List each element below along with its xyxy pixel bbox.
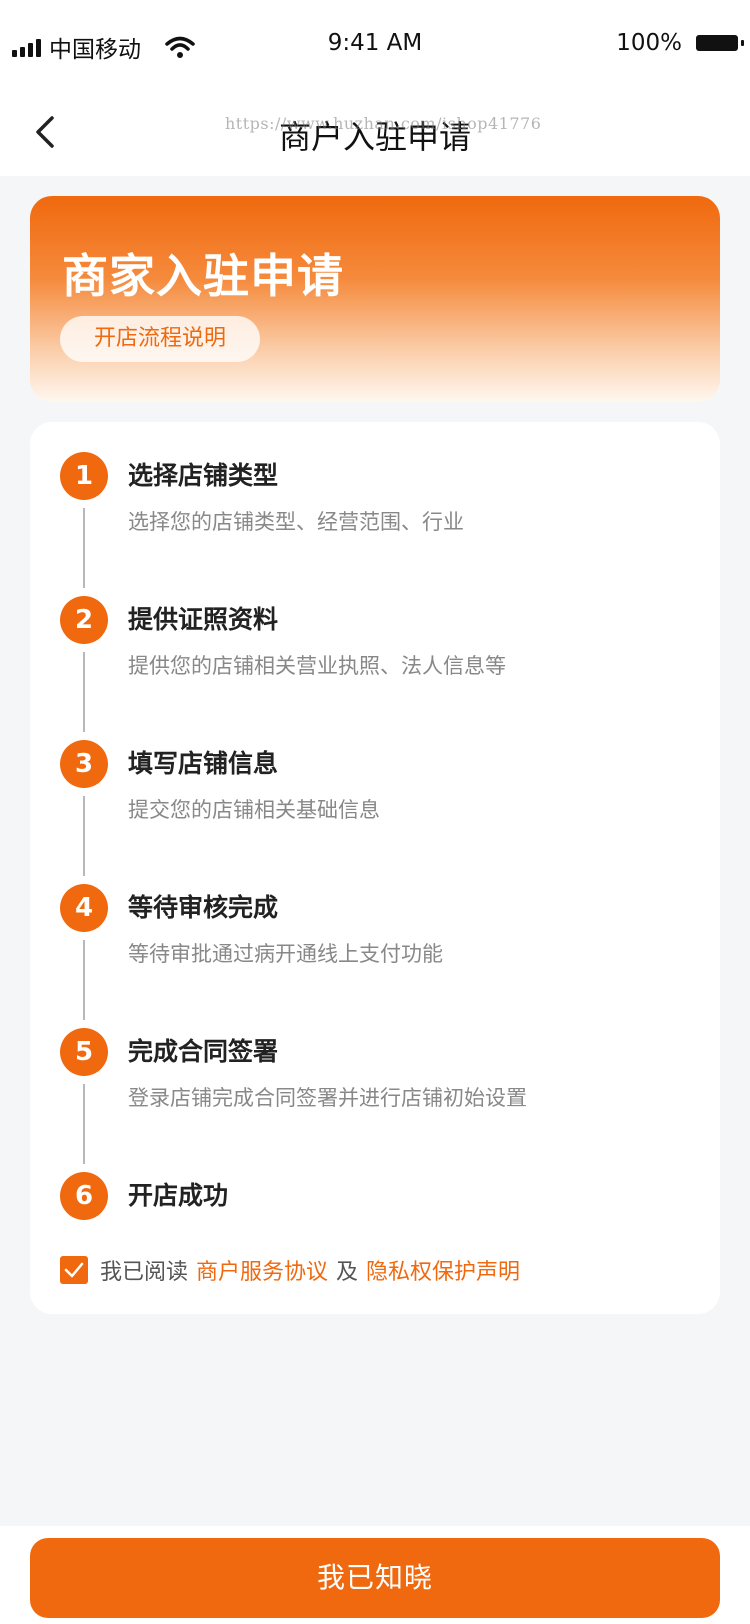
step-title: 填写店铺信息 <box>128 749 279 778</box>
privacy-policy-link[interactable]: 隐私权保护声明 <box>366 1254 520 1286</box>
step-number: 4 <box>60 884 108 932</box>
service-agreement-link[interactable]: 商户服务协议 <box>196 1254 328 1286</box>
agreement-prefix: 我已阅读 <box>100 1260 189 1285</box>
step-desc: 等待审批通过病开通线上支付功能 <box>128 942 443 966</box>
step-desc: 提供您的店铺相关营业执照、法人信息等 <box>128 654 506 678</box>
step-title: 完成合同签署 <box>128 1037 279 1066</box>
process-info-button[interactable]: 开店流程说明 <box>60 316 260 362</box>
agreement-checkbox[interactable] <box>60 1256 88 1284</box>
step-title: 开店成功 <box>128 1181 229 1210</box>
step-item: 4 等待审核完成 等待审批通过病开通线上支付功能 <box>60 854 700 1020</box>
confirm-button[interactable]: 我已知晓 <box>30 1538 720 1618</box>
navbar: 商户入驻申请 https://www.huzhan.com/ishop41776 <box>0 88 750 176</box>
step-item: 2 提供证照资料 提供您的店铺相关营业执照、法人信息等 <box>60 566 700 732</box>
step-number: 2 <box>60 596 108 644</box>
step-number: 3 <box>60 740 108 788</box>
step-item: 5 完成合同签署 登录店铺完成合同签署并进行店铺初始设置 <box>60 998 700 1164</box>
agreement-separator: 及 <box>336 1260 359 1285</box>
step-item: 3 填写店铺信息 提交您的店铺相关基础信息 <box>60 710 700 876</box>
step-title: 选择店铺类型 <box>128 461 279 490</box>
step-number: 6 <box>60 1172 108 1220</box>
battery-percent: 100% <box>616 30 682 56</box>
bottom-bar: 我已知晓 <box>0 1526 750 1624</box>
step-title: 等待审核完成 <box>128 893 279 922</box>
step-item: 1 选择店铺类型 选择您的店铺类型、经营范围、行业 <box>60 422 700 588</box>
agreement-row: 我已阅读 商户服务协议 及 隐私权保护声明 <box>60 1254 520 1286</box>
watermark: https://www.huzhan.com/ishop41776 <box>225 114 542 133</box>
steps-card: 1 选择店铺类型 选择您的店铺类型、经营范围、行业 2 提供证照资料 提供您的店… <box>30 422 720 1314</box>
step-desc: 登录店铺完成合同签署并进行店铺初始设置 <box>128 1086 527 1110</box>
banner-title: 商家入驻申请 <box>62 249 344 303</box>
step-title: 提供证照资料 <box>128 605 279 634</box>
step-number: 5 <box>60 1028 108 1076</box>
status-right: 100% <box>616 30 744 56</box>
step-desc: 提交您的店铺相关基础信息 <box>128 798 380 822</box>
step-number: 1 <box>60 452 108 500</box>
step-desc: 选择您的店铺类型、经营范围、行业 <box>128 510 464 534</box>
banner: 商家入驻申请 开店流程说明 <box>30 196 720 402</box>
check-icon <box>64 1262 84 1278</box>
status-bar: 中国移动 9:41 AM 100% <box>0 0 750 88</box>
battery-icon <box>696 35 744 51</box>
